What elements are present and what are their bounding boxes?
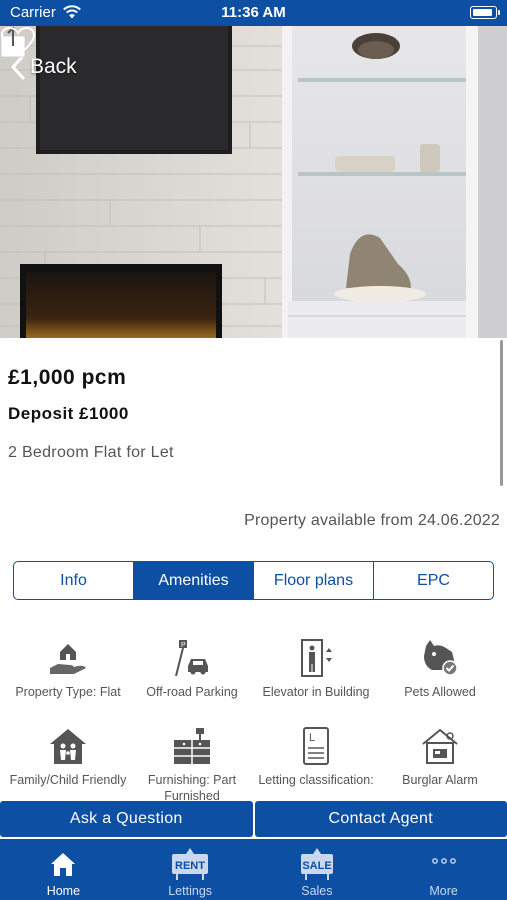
letting-icon: L — [303, 727, 329, 765]
sale-sign-icon: SALE — [300, 848, 333, 880]
availability-date: Property available from 24.06.2022 — [244, 512, 500, 529]
tab-floor-plans[interactable]: Floor plans — [254, 562, 374, 599]
tab-bar-more[interactable]: More — [380, 839, 507, 900]
battery-level — [472, 8, 492, 16]
sale-sign-text: SALE — [302, 860, 331, 872]
heart-icon[interactable] — [0, 26, 36, 58]
amenities-grid: Property Type: Flat P Off-road Parking E… — [0, 634, 507, 800]
status-bar: Carrier 11:36 AM — [0, 0, 507, 26]
amenity-item: Burglar Alarm — [378, 726, 502, 788]
amenity-item: Property Type: Flat — [6, 638, 130, 700]
tab-amenities[interactable]: Amenities — [134, 562, 254, 599]
back-label: Back — [30, 55, 77, 78]
listing-type: 2 Bedroom Flat for Let — [8, 444, 174, 461]
svg-text:L: L — [309, 732, 315, 744]
rent-sign-icon: RENT — [172, 848, 209, 880]
amenity-label: Off-road Parking — [146, 685, 238, 699]
elevator-icon — [301, 639, 332, 677]
pets-icon — [424, 640, 458, 676]
amenity-item: Elevator in Building — [254, 638, 378, 700]
tab-bar-lettings[interactable]: RENT Lettings — [127, 839, 254, 900]
tab-bar-sales[interactable]: SALE Sales — [254, 839, 381, 900]
listing-deposit: Deposit £1000 — [8, 404, 129, 423]
home-icon — [51, 853, 76, 876]
amenity-item: L Letting classification: — [254, 726, 378, 788]
alarm-icon — [422, 728, 458, 764]
detail-tabs: Info Amenities Floor plans EPC — [13, 561, 494, 600]
tab-info[interactable]: Info — [14, 562, 134, 599]
ask-question-button[interactable]: Ask a Question — [0, 801, 253, 837]
house-hand-icon — [50, 644, 86, 674]
svg-text:P: P — [181, 642, 186, 649]
listing-price: £1,000 pcm — [8, 366, 127, 389]
parking-icon: P — [175, 640, 208, 677]
furniture-icon — [174, 728, 210, 764]
family-icon — [50, 729, 86, 764]
amenity-item: P Off-road Parking — [130, 638, 254, 700]
amenity-item: Pets Allowed — [378, 638, 502, 700]
bottom-tab-bar: Home RENT Lettings SALE Sales More — [0, 839, 507, 900]
amenity-label: Pets Allowed — [404, 685, 476, 699]
amenity-label: Letting classification: — [258, 773, 374, 787]
contact-agent-button[interactable]: Contact Agent — [254, 801, 507, 837]
clock: 11:36 AM — [221, 4, 286, 21]
amenity-label: Family/Child Friendly — [9, 773, 127, 787]
battery-icon — [470, 6, 500, 19]
amenity-item: Furnishing: Part Furnished — [130, 726, 254, 800]
property-photo[interactable]: Back — [0, 26, 507, 338]
more-icon — [431, 858, 456, 864]
tab-bar-home[interactable]: Home — [0, 839, 127, 900]
tab-bar-lettings-label: Lettings — [168, 884, 213, 898]
amenity-label: Burglar Alarm — [402, 773, 478, 787]
action-bar: Ask a Question Contact Agent — [0, 801, 507, 837]
amenity-label: Elevator in Building — [262, 685, 370, 699]
rent-sign-text: RENT — [175, 860, 205, 872]
amenity-item: Family/Child Friendly — [6, 726, 130, 788]
tab-bar-sales-label: Sales — [301, 884, 333, 898]
tab-bar-more-label: More — [429, 884, 458, 898]
amenity-label: Property Type: Flat — [15, 685, 121, 699]
amenity-label: Furnishing: Part Furnished — [147, 773, 237, 800]
scroll-indicator — [500, 340, 503, 486]
tab-bar-home-label: Home — [46, 884, 81, 898]
tab-epc[interactable]: EPC — [374, 562, 493, 599]
